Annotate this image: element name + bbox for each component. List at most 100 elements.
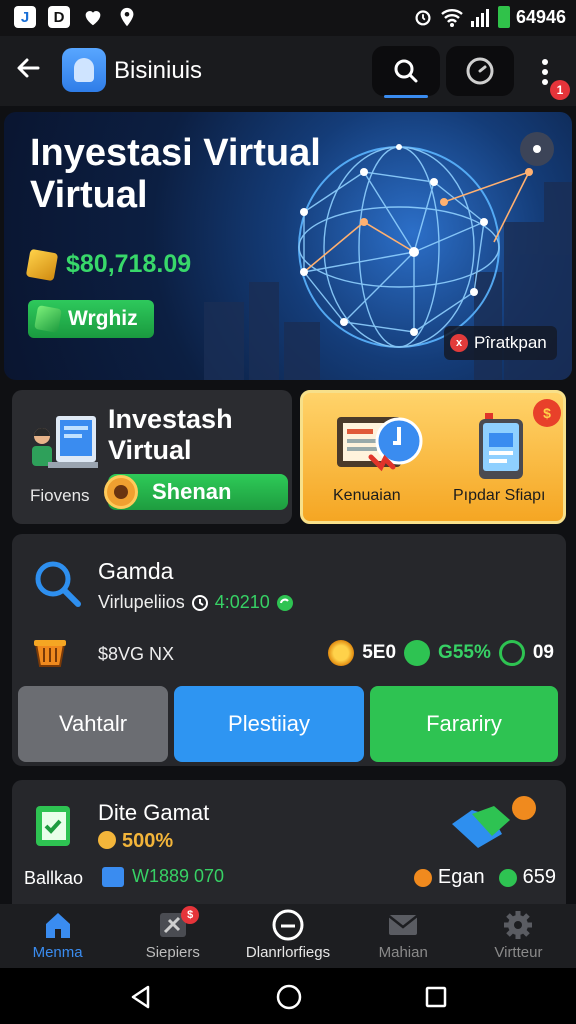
nav-item-siepiers[interactable]: Siepiers $	[115, 904, 230, 968]
search-icon	[394, 59, 418, 83]
game-panel-subtitle-row: Virlupeliios 4:0210	[98, 592, 294, 613]
status-left-icons: J D	[14, 6, 138, 28]
search-button[interactable]	[372, 46, 440, 98]
clock-icon	[191, 594, 208, 611]
green-gear-outline-icon	[498, 640, 525, 666]
daily-game-code-row: W1889 070	[102, 866, 224, 887]
daily-game-title: Dite Gamat	[98, 800, 210, 825]
green-cube-icon	[34, 305, 62, 333]
daily-game-meta-b: 659	[522, 866, 556, 888]
settings-gear-icon	[504, 911, 533, 939]
vahtalr-button[interactable]: Vahtalr	[18, 686, 168, 762]
signal-icon	[470, 9, 489, 27]
timer-circle-icon	[272, 909, 304, 941]
app-d-icon: D	[48, 6, 70, 28]
hero-banner[interactable]: Inyestasi Virtual Virtual $80,718.09 Wrg…	[4, 112, 572, 380]
app-logo	[62, 48, 106, 92]
nav-item-home[interactable]: Menma	[0, 904, 115, 968]
battery-icon	[497, 6, 510, 28]
timer-icon	[466, 57, 494, 85]
magnifier-icon	[35, 561, 81, 607]
game-panel: Gamda Virlupeliios 4:0210 $8VG NX 5E0 G5…	[12, 534, 566, 766]
investment-card[interactable]: Investash Virtual Fiovens Shenan	[12, 390, 292, 524]
green-gear-icon	[404, 640, 431, 666]
search-tab-indicator	[384, 95, 428, 98]
promo-badge: $	[533, 399, 561, 427]
daily-game-label: Ballkao	[24, 868, 84, 888]
game-panel-metrics: 5E0 G55% 09	[328, 640, 554, 666]
nav-label-siepiers: Siepiers	[145, 944, 200, 961]
nav-label-home: Menma	[32, 944, 83, 961]
plestiiay-button[interactable]: Plestiiay	[174, 686, 364, 762]
investment-card-button-label: Shenan	[152, 479, 232, 504]
mail-icon	[388, 915, 418, 935]
wifi-icon	[441, 9, 463, 27]
bottom-nav: Menma Siepiers $ Dlanrlorfiegs Mahian Vi…	[0, 904, 576, 968]
home-icon	[45, 913, 70, 938]
timer-button[interactable]	[446, 46, 514, 96]
refresh-icon	[276, 594, 293, 611]
app-title: Bisiniuis	[114, 57, 203, 84]
nav-item-virtteur[interactable]: Virtteur	[461, 904, 576, 968]
daily-game-meta: Egan 659	[413, 866, 556, 889]
presentation-board-icon	[337, 417, 423, 472]
back-arrow-icon[interactable]	[14, 54, 42, 88]
hero-tag-label: Pîratkpan	[474, 333, 547, 352]
gear-coin-icon	[98, 831, 116, 849]
mobile-app-icon	[479, 413, 523, 479]
daily-game-percent: 500%	[98, 830, 173, 853]
metric-b: G55%	[438, 642, 491, 663]
nav-item-dlanrlorfiegs[interactable]: Dlanrlorfiegs	[230, 904, 345, 968]
daily-game-percent-value: 500%	[122, 830, 174, 852]
system-home-icon[interactable]	[275, 983, 303, 1011]
hero-title: Inyestasi Virtual Virtual	[30, 132, 321, 216]
hero-dismiss-button[interactable]	[520, 132, 554, 166]
metric-c: 09	[532, 642, 554, 663]
gold-gear-icon	[328, 640, 355, 666]
hero-amount-row: $80,718.09	[25, 248, 192, 281]
nav-badge: $	[181, 906, 200, 924]
game-panel-stats: $8VG NX	[98, 644, 175, 664]
coin-icon	[104, 475, 138, 509]
farariry-button[interactable]: Farariry	[370, 686, 558, 762]
alarm-icon	[415, 10, 431, 26]
system-back-icon[interactable]	[128, 984, 154, 1010]
promo-label-left: Kenuaian	[333, 487, 401, 504]
basket-icon	[34, 640, 66, 667]
green-badge-icon	[498, 868, 517, 887]
nav-label-dlanrlorfiegs: Dlanrlorfiegs	[245, 944, 331, 961]
x-badge-icon: x	[450, 334, 468, 352]
daily-game-code: W1889 070	[132, 866, 225, 886]
investment-card-subtitle: Fiovens	[30, 486, 90, 505]
fire-badge-icon	[413, 868, 432, 887]
location-icon	[120, 7, 134, 27]
ticket-icon	[102, 866, 124, 887]
promo-label-right: Pıpdar Sfiapı	[453, 487, 546, 504]
hero-chip-label: Wrghiz	[68, 307, 138, 330]
promo-card[interactable]: Kenuaian Pıpdar Sfiapı $	[300, 390, 566, 524]
nav-item-mahian[interactable]: Mahian	[346, 904, 461, 968]
hero-tag[interactable]: x Pîratkpan	[444, 326, 557, 360]
app-bar: Bisiniuis 1	[0, 36, 576, 106]
hero-chip-button[interactable]: Wrghiz	[28, 300, 154, 338]
system-nav-bar	[0, 968, 576, 1024]
status-text: 64946	[515, 6, 566, 27]
game-panel-time: 4:0210	[214, 592, 270, 612]
person-icon	[74, 58, 94, 82]
investment-card-button[interactable]: Shenan	[104, 474, 288, 510]
metric-a: 5E0	[362, 642, 397, 663]
nav-label-mahian: Mahian	[378, 944, 428, 961]
notification-badge: 1	[550, 80, 570, 100]
game-panel-title: Gamda	[98, 558, 174, 584]
investment-card-title: Investash Virtual	[108, 404, 233, 465]
game-panel-subtitle: Virlupeliios	[98, 592, 185, 612]
status-bar: J D 64946	[0, 0, 576, 36]
hero-amount: $80,718.09	[66, 250, 192, 278]
system-recents-icon[interactable]	[424, 985, 448, 1009]
gold-cube-icon	[25, 248, 59, 281]
daily-game-meta-a: Egan	[437, 866, 485, 888]
status-right: 64946	[412, 6, 566, 28]
daily-game-card[interactable]: Dite Gamat 500% Ballkao W1889 070 Egan 6…	[12, 780, 566, 904]
heart-icon	[85, 11, 101, 26]
checklist-icon	[36, 806, 70, 846]
